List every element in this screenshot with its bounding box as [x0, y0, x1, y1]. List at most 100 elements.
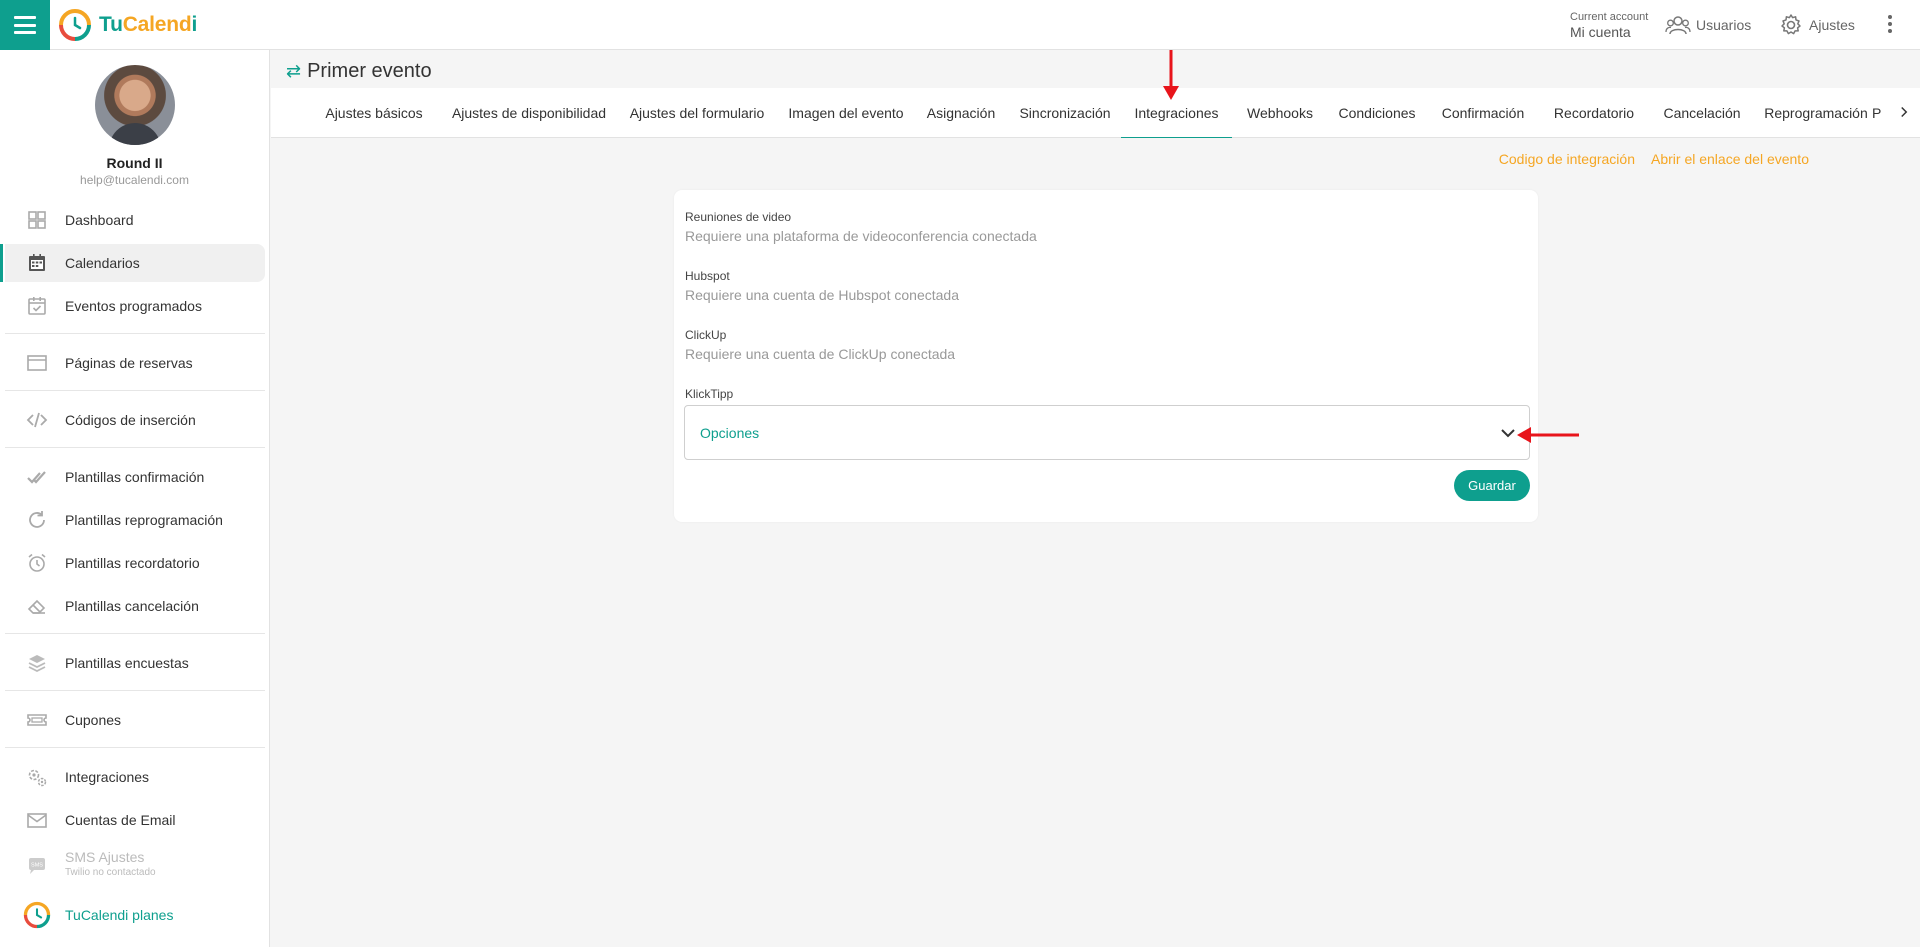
- tab-ajustes-de-disponibilidad[interactable]: Ajustes de disponibilidad: [444, 88, 614, 138]
- sidebar-item-label: Plantillas cancelación: [65, 598, 199, 614]
- swap-arrows-icon[interactable]: ⇄: [286, 61, 301, 82]
- tab-reprogramacion[interactable]: Reprogramación: [1758, 88, 1874, 138]
- clickup-field: ClickUp Requiere una cuenta de ClickUp c…: [685, 328, 955, 362]
- tucalendi-logo-icon: [23, 901, 51, 929]
- tab-imagen-del-evento[interactable]: Imagen del evento: [780, 88, 912, 138]
- video-meetings-field: Reuniones de video Requiere una platafor…: [685, 210, 1037, 244]
- users-link[interactable]: Usuarios: [1665, 13, 1751, 37]
- hubspot-field: Hubspot Requiere una cuenta de Hubspot c…: [685, 269, 959, 303]
- dashboard-icon: [28, 211, 46, 229]
- tab-webhooks[interactable]: Webhooks: [1238, 88, 1322, 138]
- sidebar-item-label: Plantillas confirmación: [65, 469, 205, 485]
- brand-logo[interactable]: TuCalendi: [58, 8, 197, 42]
- klicktipp-select[interactable]: Opciones: [684, 405, 1530, 460]
- calendar-check-icon: [28, 297, 46, 315]
- profile-name: Round II: [106, 155, 163, 171]
- tab-sincronizacion[interactable]: Sincronización: [1010, 88, 1120, 138]
- field-label: Reuniones de video: [685, 210, 792, 224]
- sidebar-divider: [5, 390, 265, 391]
- save-button[interactable]: Guardar: [1454, 470, 1530, 501]
- sidebar-item-eventos-programados[interactable]: Eventos programados: [5, 287, 265, 325]
- users-label: Usuarios: [1696, 17, 1752, 33]
- tab-recordatorio[interactable]: Recordatorio: [1542, 88, 1646, 138]
- code-icon: [26, 412, 48, 428]
- browser-page-icon: [27, 355, 47, 371]
- tab-ajustes-del-formulario[interactable]: Ajustes del formulario: [622, 88, 772, 138]
- field-label: KlickTipp: [685, 387, 734, 401]
- sidebar-item-label: Calendarios: [65, 255, 140, 271]
- sidebar-item-plantillas-cancelacion[interactable]: Plantillas cancelación: [5, 587, 265, 625]
- sidebar-item-codigos-de-insercion[interactable]: Códigos de inserción: [5, 401, 265, 439]
- sidebar-item-plantillas-confirmacion[interactable]: Plantillas confirmación: [5, 458, 265, 496]
- user-profile: Round II help@tucalendi.com: [0, 50, 269, 187]
- users-icon: [1665, 16, 1691, 35]
- current-account-name: Mi cuenta: [1570, 24, 1631, 40]
- sidebar-item-plantillas-encuestas[interactable]: Plantillas encuestas: [5, 644, 265, 682]
- more-options-icon[interactable]: [1887, 15, 1893, 35]
- sidebar-item-label: Eventos programados: [65, 298, 202, 314]
- event-tabs: Ajustes básicos Ajustes de disponibilida…: [271, 88, 1920, 138]
- tucalendi-logo-icon: [59, 9, 91, 41]
- tab-cancelacion[interactable]: Cancelación: [1654, 88, 1750, 138]
- tab-condiciones[interactable]: Condiciones: [1330, 88, 1424, 138]
- integration-code-link[interactable]: Codigo de integración: [1499, 151, 1635, 167]
- tab-confirmacion[interactable]: Confirmación: [1432, 88, 1534, 138]
- sidebar-divider: [5, 333, 265, 334]
- open-event-link[interactable]: Abrir el enlace del evento: [1651, 151, 1809, 167]
- sidebar-item-cuentas-de-email[interactable]: Cuentas de Email: [5, 801, 265, 839]
- refresh-icon: [29, 511, 45, 528]
- sidebar-item-paginas-de-reservas[interactable]: Páginas de reservas: [5, 344, 265, 382]
- double-check-icon: [27, 471, 46, 484]
- sidebar-divider: [5, 447, 265, 448]
- tabs-scroll-right-button[interactable]: [1892, 100, 1916, 124]
- annotation-arrow-down-icon: [1163, 50, 1179, 100]
- hamburger-menu-button[interactable]: [0, 0, 50, 50]
- sidebar-divider: [5, 633, 265, 634]
- klicktipp-field: KlickTipp: [685, 387, 733, 401]
- ticket-icon: [27, 714, 47, 726]
- sidebar-item-integraciones[interactable]: Integraciones: [5, 758, 265, 796]
- sidebar-item-dashboard[interactable]: Dashboard: [5, 201, 265, 239]
- tab-ajustes-basicos[interactable]: Ajustes básicos: [312, 88, 436, 138]
- svg-text:SMS: SMS: [31, 863, 43, 869]
- gear-icon: [1781, 14, 1801, 35]
- hamburger-icon: [14, 16, 36, 34]
- tab-partial[interactable]: P: [1868, 88, 1891, 138]
- event-links: Codigo de integración Abrir el enlace de…: [1499, 151, 1809, 167]
- avatar: [94, 65, 175, 145]
- settings-label: Ajustes: [1809, 17, 1855, 33]
- tab-asignacion[interactable]: Asignación: [920, 88, 1002, 138]
- sidebar-item-label: Plantillas reprogramación: [65, 512, 223, 528]
- sidebar-item-label: Integraciones: [65, 769, 150, 785]
- annotation-arrow-left-icon: [1517, 427, 1579, 443]
- sidebar-item-label: TuCalendi planes: [65, 907, 174, 923]
- field-help-text: Requiere una plataforma de videoconferen…: [685, 228, 1037, 244]
- field-label: Hubspot: [685, 269, 730, 283]
- sidebar-item-label: Cupones: [65, 712, 122, 728]
- integrations-card: Reuniones de video Requiere una platafor…: [674, 190, 1538, 522]
- page-title: Primer evento: [307, 60, 432, 82]
- field-label: ClickUp: [685, 328, 727, 342]
- sidebar-item-calendarios[interactable]: Calendarios: [0, 244, 265, 282]
- sidebar-item-label: Páginas de reservas: [65, 355, 193, 371]
- sidebar-item-tucalendi-planes[interactable]: TuCalendi planes: [5, 896, 265, 934]
- eraser-icon: [27, 599, 46, 614]
- sidebar-divider: [5, 747, 265, 748]
- field-help-text: Requiere una cuenta de ClickUp conectada: [685, 346, 956, 362]
- sms-status-text: Twilio no contactado: [65, 867, 156, 878]
- sidebar-item-label: Dashboard: [65, 212, 134, 228]
- brand-name: TuCalendi: [99, 13, 198, 36]
- profile-email: help@tucalendi.com: [80, 173, 189, 187]
- sidebar: Round II help@tucalendi.com Dashboard Ca…: [0, 50, 270, 947]
- sidebar-item-sms-ajustes[interactable]: SMS SMS Ajustes Twilio no contactado: [5, 844, 265, 888]
- current-account-caption: Current account: [1570, 11, 1649, 23]
- sidebar-item-plantillas-recordatorio[interactable]: Plantillas recordatorio: [5, 544, 265, 582]
- sidebar-divider: [5, 690, 265, 691]
- sidebar-item-plantillas-reprogramacion[interactable]: Plantillas reprogramación: [5, 501, 265, 539]
- current-account-switcher[interactable]: Current account Mi cuenta: [1570, 11, 1649, 40]
- gears-icon: [28, 769, 47, 787]
- settings-link[interactable]: Ajustes: [1778, 13, 1855, 37]
- sidebar-item-cupones[interactable]: Cupones: [5, 701, 265, 739]
- field-help-text: Requiere una cuenta de Hubspot conectada: [685, 287, 959, 303]
- sidebar-item-label: Plantillas encuestas: [65, 655, 189, 671]
